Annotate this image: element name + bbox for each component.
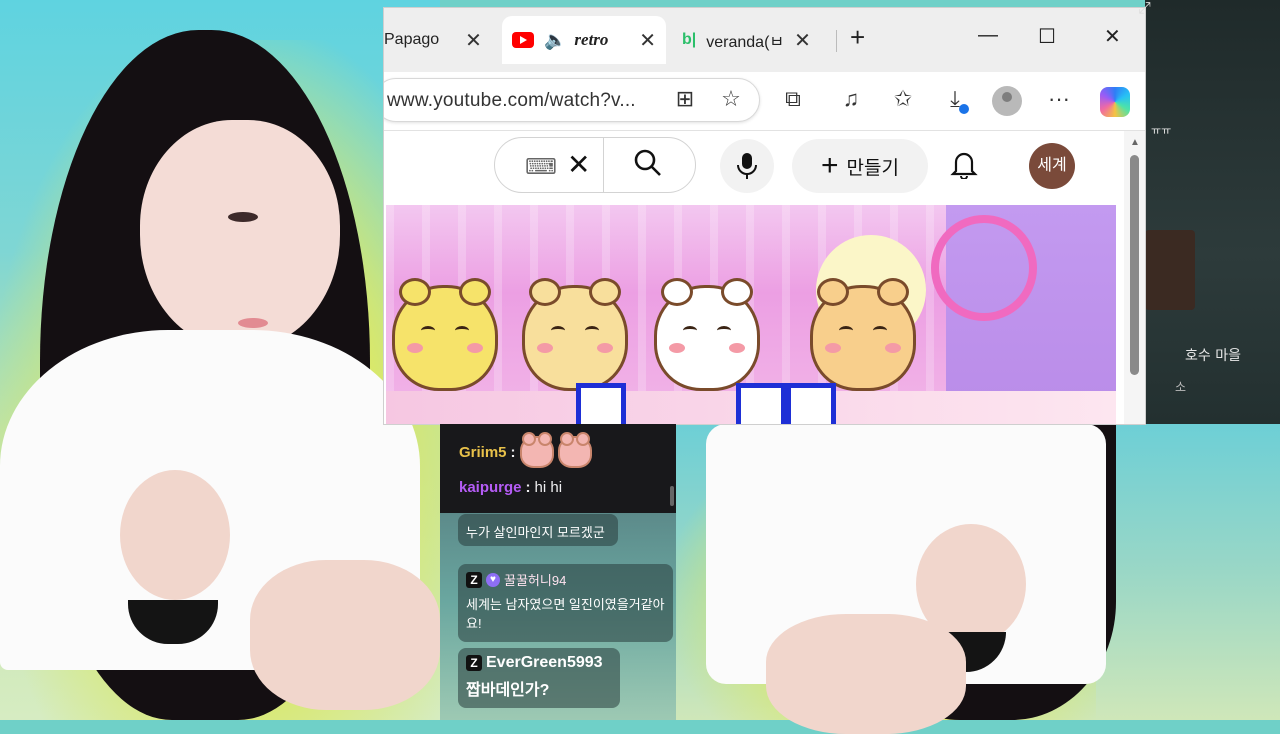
more-icon[interactable]: ··· <box>1044 86 1074 112</box>
search-box[interactable]: ⌨ ✕ <box>494 137 696 193</box>
chat-message: Griim5 : <box>459 432 592 468</box>
hamster-emote-icon <box>519 432 554 468</box>
mic-icon <box>737 153 757 179</box>
clear-search-icon[interactable]: ✕ <box>567 148 590 181</box>
tab-papago[interactable]: Papago ✕ <box>384 16 496 64</box>
scroll-up-icon[interactable]: ▲ <box>1130 137 1140 148</box>
game-location: 호수 마을 <box>1185 348 1241 364</box>
new-tab-button[interactable]: + <box>850 22 865 53</box>
chat-username[interactable]: EverGreen5993 <box>486 654 603 672</box>
favorite-star-icon[interactable]: ☆ <box>716 86 746 112</box>
subscriber-badge-icon: Z <box>466 655 482 671</box>
create-label: 만들기 <box>846 157 899 179</box>
media-control-icon[interactable]: ♫ <box>836 86 866 112</box>
game-panel: ㅠㅠ 호수 마을 소 <box>1145 0 1280 424</box>
tab-close-icon[interactable]: ✕ <box>639 28 656 53</box>
scrollbar-thumb[interactable] <box>1130 155 1139 375</box>
voice-search-button[interactable] <box>720 139 774 193</box>
chat-text: 세계는 남자였으면 일진이였을거같아요! <box>466 597 665 631</box>
chat-text: 누가 살인마인지 모르겠군 <box>466 525 605 540</box>
plus-icon: + <box>821 149 839 182</box>
url-text: www.youtube.com/watch?v... <box>387 90 636 111</box>
chat-separator: : <box>510 443 516 461</box>
split-screen-icon[interactable]: ⊞ <box>670 86 700 112</box>
tab-label: veranda(ㅂ <box>706 34 785 51</box>
tab-label: Papago <box>384 31 440 48</box>
keyboard-icon[interactable]: ⌨ <box>525 154 557 180</box>
overlay-chat-message: Z EverGreen5993 짭바데인가? <box>458 648 620 708</box>
chat-message: kaipurge : hi hi <box>459 479 562 496</box>
game-subtext: 소 <box>1175 380 1187 394</box>
chat-username[interactable]: kaipurge <box>459 479 522 496</box>
extensions-icon[interactable]: ⧉ <box>778 86 808 112</box>
address-bar[interactable]: www.youtube.com/watch?v... <box>384 78 760 122</box>
hamster-emote-icon <box>557 432 592 468</box>
chat-separator: : <box>525 479 531 496</box>
hamster-sprite <box>392 278 498 391</box>
tab-strip: Papago ✕ 🔈 retro ✕ b| veranda(ㅂ ✕ + — ☐ … <box>384 8 1145 72</box>
tab-label: retro <box>574 30 609 49</box>
game-text: ㅠㅠ <box>1151 124 1172 137</box>
tab-veranda[interactable]: b| veranda(ㅂ ✕ <box>682 16 826 64</box>
favorites-icon[interactable]: ✩ <box>888 86 918 112</box>
overlay-chat-message: Z ♥ 꿀꿀허니94 세계는 남자였으면 일진이였을거같아요! <box>458 564 673 642</box>
subscriber-badge-icon: Z <box>466 571 482 588</box>
tab-close-icon[interactable]: ✕ <box>794 28 811 53</box>
resize-handle-icon[interactable]: ⤢ <box>1138 0 1151 18</box>
speaker-icon[interactable]: 🔈 <box>544 30 566 51</box>
copilot-icon[interactable] <box>1100 87 1130 117</box>
maximize-button[interactable]: ☐ <box>1038 24 1056 49</box>
chat-username[interactable]: Griim5 <box>459 444 507 461</box>
create-button[interactable]: + 만들기 <box>792 139 928 193</box>
video-player[interactable] <box>386 205 1116 424</box>
tab-divider <box>836 30 837 52</box>
heart-badge-icon: ♥ <box>486 572 500 587</box>
chat-username[interactable]: 꿀꿀허니94 <box>504 570 566 589</box>
youtube-icon <box>512 32 534 48</box>
youtube-header: ⌨ ✕ + 만들기 세계 <box>384 131 1124 205</box>
account-avatar[interactable]: 세계 <box>1029 143 1075 189</box>
chat-panel: Griim5 : kaipurge : hi hi <box>440 424 676 513</box>
hamster-sprite <box>654 278 760 391</box>
tab-close-icon[interactable]: ✕ <box>465 28 482 53</box>
hamster-sprite <box>522 278 628 391</box>
browser-window: Papago ✕ 🔈 retro ✕ b| veranda(ㅂ ✕ + — ☐ … <box>384 8 1145 424</box>
window-close-button[interactable]: ✕ <box>1104 24 1121 49</box>
overlay-chat-message: 누가 살인마인지 모르겠군 <box>458 514 618 546</box>
hamster-sprite <box>810 278 916 391</box>
chat-scrollbar[interactable] <box>670 486 674 506</box>
notifications-bell-icon[interactable] <box>950 149 978 186</box>
webcam-right <box>676 424 1280 734</box>
download-badge <box>959 104 969 114</box>
profile-icon[interactable] <box>992 86 1022 116</box>
toolbar: www.youtube.com/watch?v... ⊞ ☆ ⧉ ♫ ✩ ⤓ ·… <box>384 72 1145 131</box>
page-scrollbar[interactable]: ▲ <box>1124 131 1145 424</box>
chat-text: 짭바데인가? <box>466 682 550 699</box>
webcam-left <box>0 0 440 720</box>
minimize-button[interactable]: — <box>978 24 998 47</box>
tab-favicon: b| <box>682 31 697 48</box>
tab-youtube[interactable]: 🔈 retro ✕ <box>502 16 666 64</box>
search-icon[interactable] <box>633 148 663 185</box>
chat-text: hi hi <box>534 479 563 496</box>
